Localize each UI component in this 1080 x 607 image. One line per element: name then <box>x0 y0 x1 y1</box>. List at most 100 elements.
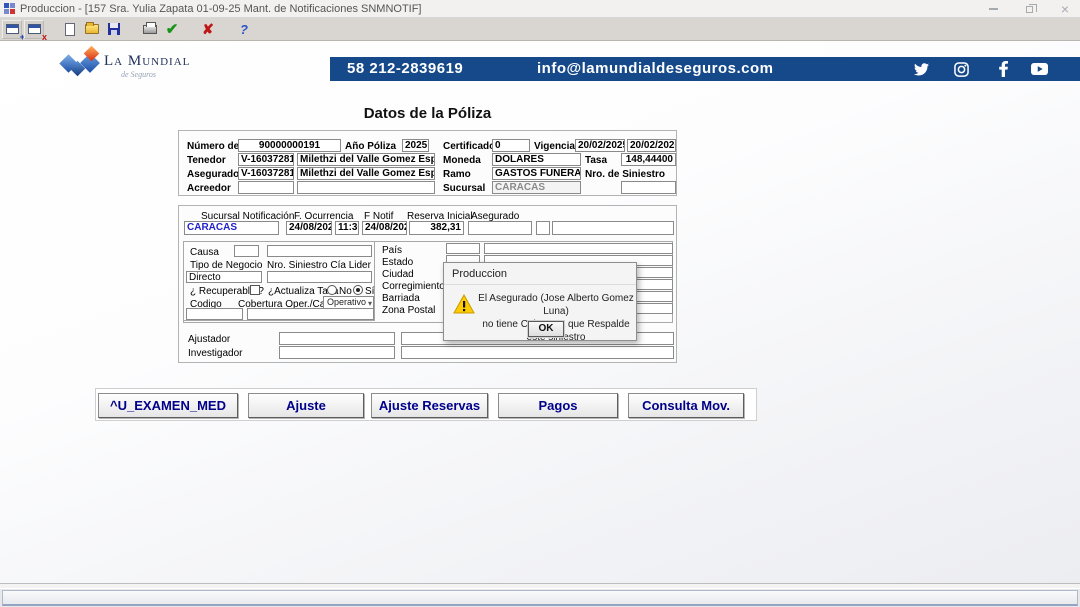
tipo-negocio-field[interactable]: Directo <box>186 271 262 283</box>
save-icon[interactable] <box>104 20 124 39</box>
confirm-check-icon[interactable]: ✔ <box>162 20 182 39</box>
dialog-line1: El Asegurado (Jose Alberto Gomez Luna) <box>478 293 634 317</box>
moneda-label: Moneda <box>443 155 481 166</box>
tasa-field[interactable]: 148,44400 <box>621 153 676 166</box>
new-window-icon[interactable]: + <box>2 20 22 39</box>
dialog-title: Produccion <box>452 268 507 280</box>
recuperable-checkbox[interactable] <box>250 285 260 295</box>
twitter-icon[interactable] <box>912 61 930 77</box>
numero-poliza-label: Número de <box>187 141 239 152</box>
actualiza-si-radio[interactable] <box>353 285 363 295</box>
ano-poliza-field[interactable]: 2025 <box>402 139 429 152</box>
ramo-field[interactable]: GASTOS FUNERARIO <box>492 167 581 180</box>
warning-dialog: Produccion El Asegurado (Jose Alberto Go… <box>443 262 637 341</box>
certificado-field[interactable]: 0 <box>492 139 530 152</box>
logo-text: La Mundial <box>104 53 190 70</box>
youtube-icon[interactable] <box>1030 61 1048 77</box>
tenedor-label: Tenedor <box>187 155 226 166</box>
pais-field[interactable] <box>484 243 673 254</box>
nro-siniestro-cia-field[interactable] <box>267 271 372 283</box>
acreedor-label: Acreedor <box>187 183 231 194</box>
print-icon[interactable] <box>140 20 160 39</box>
acreedor-id-field[interactable] <box>238 181 294 194</box>
sucursal-label: Sucursal <box>443 183 485 194</box>
acreedor-nombre-field[interactable] <box>297 181 435 194</box>
corregimiento-label: Corregimiento <box>382 281 445 292</box>
zona-postal-label: Zona Postal <box>382 305 435 316</box>
asegurado-id-field[interactable]: V-16037281 <box>238 167 294 180</box>
investigador-label: Investigador <box>188 348 242 359</box>
causa-codigo-field[interactable] <box>234 245 259 257</box>
nro-siniestro-field[interactable] <box>621 181 676 194</box>
actualiza-no-radio[interactable] <box>327 285 337 295</box>
sucursal-notificacion-field[interactable]: CARACAS <box>184 221 279 235</box>
title-bar: Produccion - [157 Sra. Yulia Zapata 01-0… <box>0 0 1080 18</box>
ano-poliza-label: Año Póliza <box>345 141 396 152</box>
pais-codigo-field[interactable] <box>446 243 480 254</box>
asegurado-nombre-field[interactable]: Milethzi del Valle Gomez Espinoz <box>297 167 435 180</box>
contact-bar: 58 212-2839619 info@lamundialdeseguros.c… <box>330 57 1080 81</box>
close-button[interactable]: × <box>1058 2 1072 16</box>
ajuste-reservas-button[interactable]: Ajuste Reservas <box>371 393 488 418</box>
cancel-x-icon[interactable]: ✘ <box>198 20 218 39</box>
restore-button[interactable] <box>1022 2 1036 16</box>
cobertura-field[interactable] <box>247 308 374 320</box>
close-window-icon[interactable]: x <box>24 20 44 39</box>
pagos-button[interactable]: Pagos <box>498 393 618 418</box>
moneda-field[interactable]: DOLARES <box>492 153 581 166</box>
warning-icon <box>453 294 475 319</box>
reserva-inicial-field[interactable]: 382,31 <box>409 221 464 235</box>
logo-tagline: de Seguros <box>121 70 156 79</box>
vigencia-desde-field[interactable]: 20/02/2025 <box>575 139 625 152</box>
help-icon[interactable]: ? <box>234 20 254 39</box>
facebook-icon[interactable] <box>994 61 1012 77</box>
ajustador-codigo-field[interactable] <box>279 332 395 345</box>
new-document-icon[interactable] <box>60 20 80 39</box>
pais-label: País <box>382 245 402 256</box>
certificado-label: Certificado <box>443 141 495 152</box>
numero-poliza-field[interactable]: 90000000191 <box>238 139 341 152</box>
f-ocurrencia-field[interactable]: 24/08/2025 <box>286 221 332 235</box>
ciudad-label: Ciudad <box>382 269 414 280</box>
page-title: Datos de la Póliza <box>178 105 677 122</box>
email-address: info@lamundialdeseguros.com <box>537 60 774 77</box>
examen-med-button[interactable]: ^U_EXAMEN_MED <box>98 393 238 418</box>
tenedor-id-field[interactable]: V-16037281 <box>238 153 294 166</box>
company-logo: La Mundial de Seguros <box>58 47 208 87</box>
causa-descripcion-field[interactable] <box>267 245 372 257</box>
consulta-mov-button[interactable]: Consulta Mov. <box>628 393 744 418</box>
bottom-divider <box>0 583 1080 589</box>
tenedor-nombre-field[interactable]: Milethzi del Valle Gomez Espinoz <box>297 153 435 166</box>
tasa-label: Tasa <box>585 155 607 166</box>
ok-button[interactable]: OK <box>528 321 564 337</box>
barriada-label: Barriada <box>382 293 420 304</box>
estado-label: Estado <box>382 257 413 268</box>
investigador-nombre-field[interactable] <box>401 346 674 359</box>
vigencia-label: Vigencia <box>534 141 575 152</box>
nro-siniestro-cia-label: Nro. Siniestro Cía Lider <box>267 260 371 271</box>
codigo-field[interactable] <box>186 308 243 320</box>
minimize-button[interactable] <box>986 2 1000 16</box>
phone-number: 58 212-2839619 <box>347 60 463 77</box>
ajuste-button[interactable]: Ajuste <box>248 393 364 418</box>
open-folder-icon[interactable] <box>82 20 102 39</box>
toolbar: + x ✔ ✘ ? <box>0 18 1080 41</box>
app-icon <box>4 3 15 14</box>
asegurado-nombre-notif-field[interactable] <box>552 221 674 235</box>
window-title: Produccion - [157 Sra. Yulia Zapata 01-0… <box>20 3 422 15</box>
status-bar <box>2 590 1078 606</box>
actions-strip: ^U_EXAMEN_MED Ajuste Ajuste Reservas Pag… <box>95 388 757 421</box>
investigador-codigo-field[interactable] <box>279 346 395 359</box>
f-notif-field[interactable]: 24/08/2025 <box>362 221 407 235</box>
asegurado-tipo-field[interactable] <box>536 221 550 235</box>
causa-box: Causa Tipo de Negocio Nro. Siniestro Cía… <box>183 241 375 321</box>
tipo-negocio-label: Tipo de Negocio <box>190 260 262 271</box>
nro-siniestro-label: Nro. de Siniestro <box>585 169 665 180</box>
hora-ocurrencia-field[interactable]: 11:36 <box>335 221 359 235</box>
ajustador-label: Ajustador <box>188 334 230 345</box>
asegurado-id-notif-field[interactable] <box>468 221 532 235</box>
instagram-icon[interactable] <box>952 61 970 77</box>
asegurado-label: Asegurado <box>187 169 239 180</box>
vigencia-hasta-field[interactable]: 20/02/2026 <box>627 139 676 152</box>
sucursal-field[interactable]: CARACAS <box>492 181 581 194</box>
